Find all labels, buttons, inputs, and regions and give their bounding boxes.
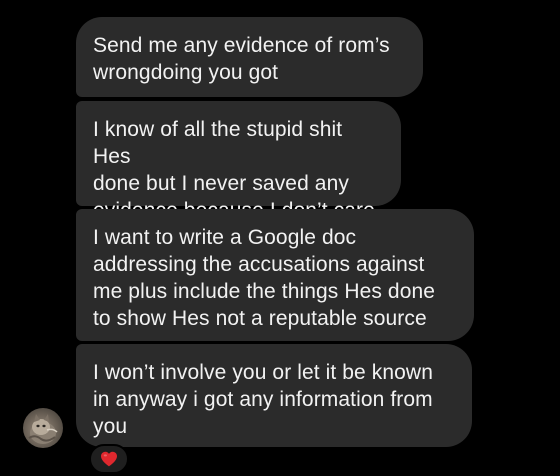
- message-bubble[interactable]: Send me any evidence of rom’s wrongdoing…: [76, 17, 423, 97]
- cat-avatar-icon: [28, 414, 58, 444]
- message-thread: Send me any evidence of rom’s wrongdoing…: [0, 0, 560, 476]
- red-heart-icon: [101, 451, 117, 467]
- sender-avatar[interactable]: [23, 408, 63, 448]
- heart-reaction[interactable]: [89, 444, 129, 474]
- message-bubble[interactable]: I want to write a Google doc addressing …: [76, 209, 474, 341]
- message-bubble[interactable]: I won’t involve you or let it be known i…: [76, 344, 472, 447]
- message-bubble[interactable]: I know of all the stupid shit Hes done b…: [76, 101, 401, 222]
